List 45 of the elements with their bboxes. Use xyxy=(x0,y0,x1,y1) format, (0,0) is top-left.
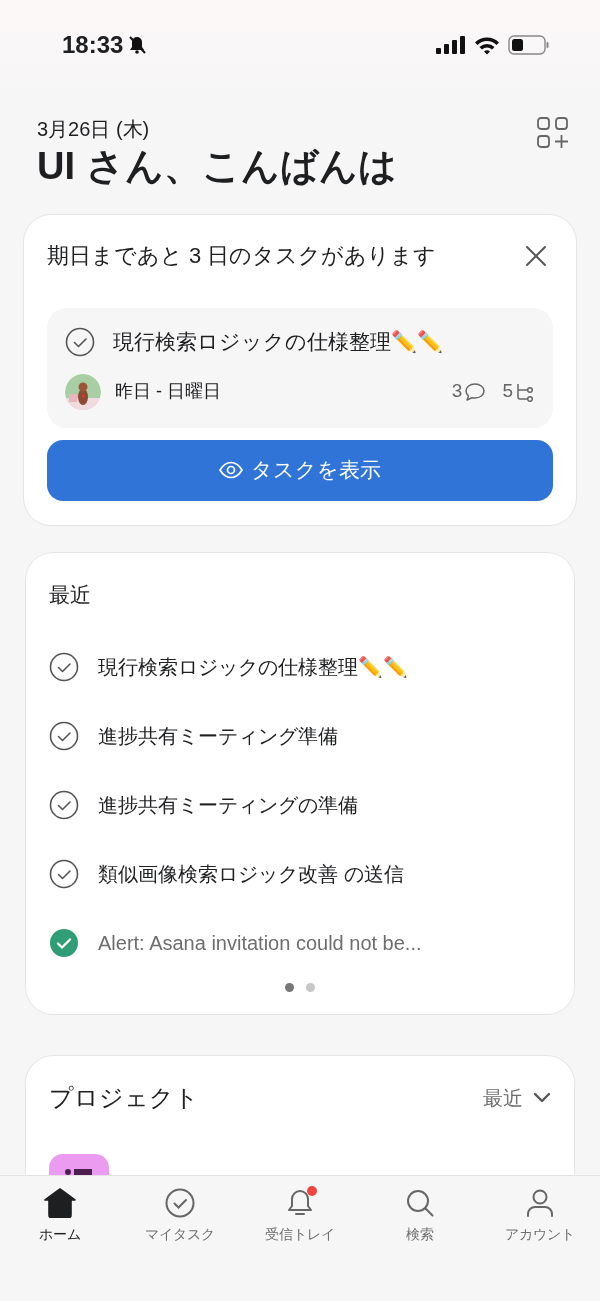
tab[interactable]: 受信トレイ xyxy=(240,1188,360,1301)
check-circle-icon xyxy=(165,1188,195,1218)
recent-title: 最近 xyxy=(49,581,92,608)
check-circle-icon[interactable] xyxy=(49,858,79,889)
task-card[interactable]: 現行検索ロジックの仕様整理✏✏ 昨日 - 日曜日 3 5 xyxy=(47,308,553,428)
sort-label[interactable]: 最近 xyxy=(483,1083,523,1113)
status-time: 18:33 xyxy=(62,30,124,60)
person-icon xyxy=(525,1188,555,1218)
check-circle-icon[interactable] xyxy=(49,651,79,682)
due-card-title: 期日まであと 3 日のタスクがあります xyxy=(47,242,437,270)
battery-icon xyxy=(508,35,550,55)
subtask-count: 5 xyxy=(502,379,513,404)
comment-icon xyxy=(464,381,487,402)
subtask-icon xyxy=(515,381,535,402)
check-circle-icon[interactable] xyxy=(49,789,79,820)
wifi-icon xyxy=(474,35,500,55)
bell-icon xyxy=(285,1188,315,1218)
signal-icon xyxy=(436,36,466,54)
check-circle-icon[interactable] xyxy=(49,720,79,751)
due-date: 昨日 - 日曜日 xyxy=(115,380,221,403)
tab[interactable]: ホーム xyxy=(0,1188,120,1301)
list-icon xyxy=(64,1167,94,1175)
comment-count: 3 xyxy=(451,379,463,404)
tab[interactable]: マイタスク xyxy=(120,1188,240,1301)
project-tile[interactable] xyxy=(49,1154,109,1175)
chevron-down-icon[interactable] xyxy=(533,1092,551,1104)
view-tasks-button[interactable]: タスクを表示 xyxy=(47,439,553,501)
task-name[interactable]: 類似画像検索ロジック改善 の送信 xyxy=(98,858,404,889)
task-name[interactable]: 進捗共有ミーティング準備 xyxy=(98,720,338,751)
task-name[interactable]: 進捗共有ミーティングの準備 xyxy=(98,789,358,820)
tab[interactable]: 検索 xyxy=(360,1188,480,1301)
task-name: 現行検索ロジックの仕様整理✏✏ xyxy=(113,329,443,355)
add-widget-icon[interactable] xyxy=(537,117,569,149)
check-circle-icon[interactable] xyxy=(49,927,79,958)
task-name[interactable]: Alert: Asana invitation could not be... xyxy=(98,927,422,958)
home-icon xyxy=(44,1188,76,1218)
search-icon xyxy=(405,1188,435,1218)
close-icon[interactable] xyxy=(525,245,547,267)
tab[interactable]: アカウント xyxy=(480,1188,600,1301)
eye-icon xyxy=(219,461,243,479)
check-circle-icon[interactable] xyxy=(65,326,95,357)
greeting-title: UI さん、こんばんは xyxy=(37,144,397,189)
date-label: 3月26日 (木) xyxy=(37,117,151,142)
task-name[interactable]: 現行検索ロジックの仕様整理✏✏ xyxy=(98,651,408,682)
projects-title: プロジェクト xyxy=(49,1083,199,1113)
